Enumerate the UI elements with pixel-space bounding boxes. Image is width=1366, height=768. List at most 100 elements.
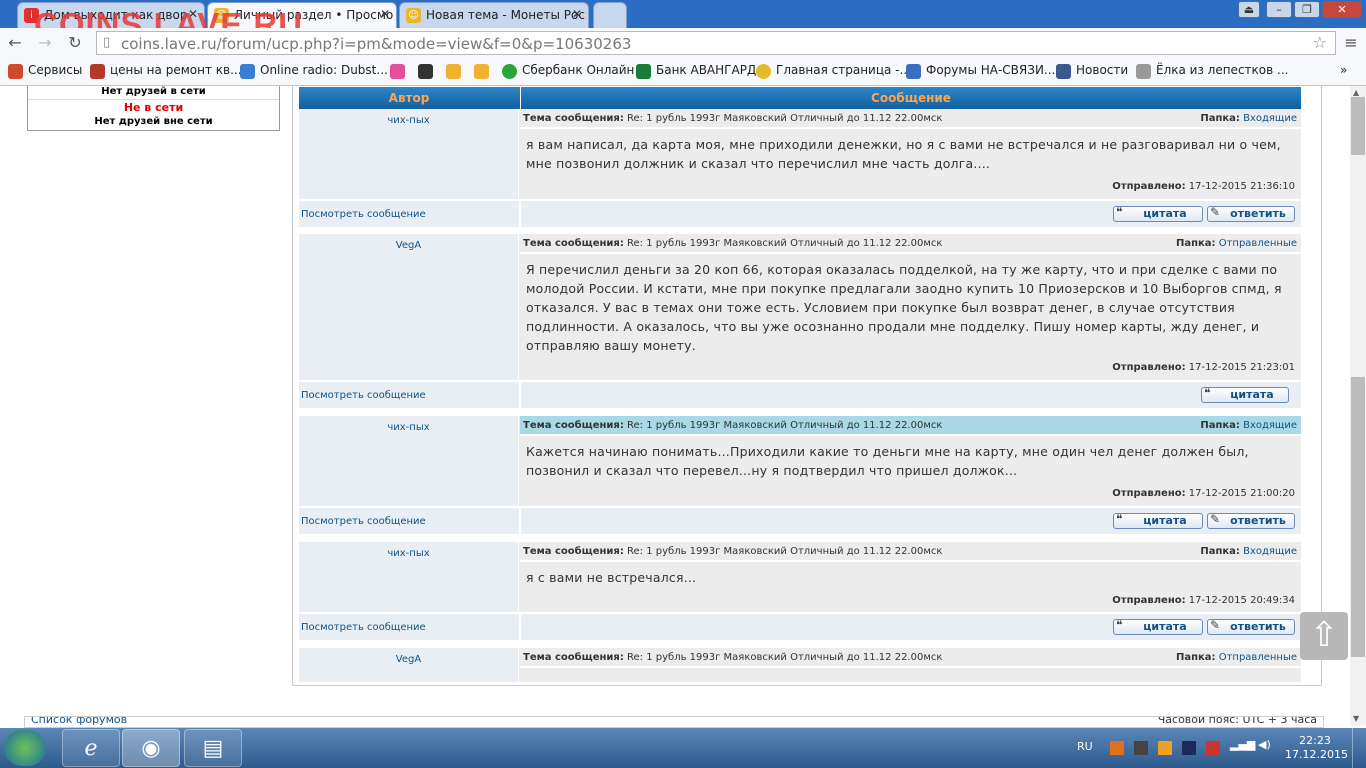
message-cell: Тема сообщения: Re: 1 рубль 1993г Маяков… xyxy=(520,234,1301,380)
bookmark[interactable]: Новости xyxy=(1056,63,1128,79)
more-bookmarks-icon[interactable]: » xyxy=(1340,63,1347,77)
menu-icon[interactable]: ≡ xyxy=(1340,33,1362,53)
subject-line: Тема сообщения: Re: 1 рубль 1993г Маяков… xyxy=(520,416,1301,434)
forum-index-link[interactable]: Список форумов xyxy=(31,717,127,726)
bookmark-apps[interactable]: Сервисы xyxy=(8,63,82,79)
language-indicator[interactable]: RU xyxy=(1077,740,1093,753)
view-message-link[interactable]: Посмотреть сообщение xyxy=(301,390,426,401)
close-window-button[interactable]: ✕ xyxy=(1322,1,1362,18)
bookmark[interactable]: Online radio: Dubst... xyxy=(240,63,388,79)
tray-app-icon[interactable] xyxy=(1134,741,1148,755)
message-actions: Посмотреть сообщение ❝ цитата xyxy=(299,380,1301,410)
minimize-button[interactable]: – xyxy=(1266,1,1292,18)
sent-time: Отправлено: 17-12-2015 21:00:20 xyxy=(1112,488,1295,499)
apps-icon xyxy=(8,64,23,79)
quote-icon: ❝ xyxy=(1116,618,1123,632)
forward-icon[interactable]: → xyxy=(34,33,56,53)
clock[interactable]: 22:23 17.12.2015 xyxy=(1285,734,1348,762)
bookmark[interactable]: Сбербанк Онлайн xyxy=(502,63,634,79)
address-bar[interactable]: ▯ coins.lave.ru/forum/ucp.php?i=pm&mode=… xyxy=(96,31,1336,55)
sent-time: Отправлено: 17-12-2015 21:36:10 xyxy=(1112,181,1295,192)
message-row: чих-пых Тема сообщения: Re: 1 рубль 1993… xyxy=(299,542,1301,612)
scroll-to-top-button[interactable]: ⇧ xyxy=(1300,612,1348,660)
message-row: чих-пых Тема сообщения: Re: 1 рубль 1993… xyxy=(299,416,1301,506)
view-message-link[interactable]: Посмотреть сообщение xyxy=(301,622,426,633)
tray-app-icon[interactable] xyxy=(1206,741,1220,755)
bookmark[interactable]: цены на ремонт кв... xyxy=(90,63,242,79)
star-icon[interactable]: ☆ xyxy=(1313,33,1327,52)
author-cell: VegA xyxy=(299,234,519,380)
quote-button[interactable]: ❝ цитата xyxy=(1113,205,1203,222)
message-cell: Тема сообщения: Re: 1 рубль 1993г Маяков… xyxy=(520,542,1301,612)
quote-icon: ❝ xyxy=(1116,205,1123,219)
close-tab-icon[interactable]: ✕ xyxy=(572,7,582,21)
bookmarks-bar: Сервисы цены на ремонт кв... Online radi… xyxy=(0,58,1366,86)
tray-app-icon[interactable] xyxy=(1110,741,1124,755)
sberbank-icon xyxy=(502,64,517,79)
timezone-text: Часовой пояс: UTC + 3 часа xyxy=(1157,716,1317,726)
tray-app-icon[interactable] xyxy=(1158,741,1172,755)
folder: Папка: Отправленные xyxy=(1175,652,1297,663)
folder: Папка: Отправленные xyxy=(1175,238,1297,249)
chrome-icon[interactable]: ◉ xyxy=(122,729,180,767)
view-message-link[interactable]: Посмотреть сообщение xyxy=(301,209,426,220)
message-text: я вам написал, да карта моя, мне приходи… xyxy=(526,137,1281,171)
reply-button[interactable]: ✎ ответить xyxy=(1207,205,1295,222)
message-row: VegA Тема сообщения: Re: 1 рубль 1993г М… xyxy=(299,648,1301,682)
sent-time: Отправлено: 17-12-2015 20:49:34 xyxy=(1112,595,1295,606)
offline-title: Не в сети xyxy=(123,101,184,114)
new-tab-button[interactable] xyxy=(593,2,627,28)
footer-nav: Список форумов Часовой пояс: UTC + 3 час… xyxy=(24,716,1324,728)
quote-button[interactable]: ❝ цитата xyxy=(1201,386,1289,403)
reload-icon[interactable]: ↻ xyxy=(64,33,86,53)
col-author: Автор xyxy=(388,91,430,105)
show-desktop-button[interactable] xyxy=(1352,728,1366,768)
page-icon xyxy=(1136,64,1151,79)
tray-app-icon[interactable] xyxy=(1182,741,1196,755)
date-text: 17.12.2015 xyxy=(1285,748,1348,761)
friends-panel: Нет друзей в сети Не в сети Нет друзей в… xyxy=(27,86,280,131)
message-text: Я перечислил деньги за 20 коп 66, котора… xyxy=(526,262,1282,353)
bookmark[interactable]: Банк АВАНГАРД xyxy=(636,63,756,79)
restore-button[interactable]: ❐ xyxy=(1294,1,1320,18)
message-actions: Посмотреть сообщение ❝ цитата ✎ ответить xyxy=(299,506,1301,536)
folder: Папка: Входящие xyxy=(1200,420,1297,431)
offline-none: Нет друзей вне сети xyxy=(94,116,213,127)
folder-icon[interactable]: ▤ xyxy=(184,729,242,767)
news-icon xyxy=(1056,64,1071,79)
quote-icon: ❝ xyxy=(1116,512,1123,526)
message-text: я с вами не встречался... xyxy=(526,570,697,585)
page-icon: ▯ xyxy=(103,35,111,50)
reply-button[interactable]: ✎ ответить xyxy=(1207,618,1295,635)
view-message-link[interactable]: Посмотреть сообщение xyxy=(301,516,426,527)
scroll-thumb[interactable] xyxy=(1351,97,1365,155)
author-link[interactable]: чих-пых xyxy=(299,422,518,433)
quote-button[interactable]: ❝ цитата xyxy=(1113,618,1203,635)
message-cell: Тема сообщения: Re: 1 рубль 1993г Маяков… xyxy=(520,109,1301,199)
start-button[interactable] xyxy=(4,730,46,766)
back-icon[interactable]: ← xyxy=(4,33,26,53)
author-link[interactable]: VegA xyxy=(299,654,518,665)
volume-icon[interactable]: ◀) xyxy=(1258,738,1271,751)
ie-icon[interactable]: ℯ xyxy=(62,729,120,767)
quote-button[interactable]: ❝ цитата xyxy=(1113,512,1203,529)
network-icon[interactable]: ▂▄▆ xyxy=(1230,738,1255,751)
reply-button[interactable]: ✎ ответить xyxy=(1207,512,1295,529)
close-tab-icon[interactable]: ✕ xyxy=(380,7,390,21)
author-link[interactable]: VegA xyxy=(299,240,518,251)
bookmark[interactable]: Ёлка из лепестков ... xyxy=(1136,63,1288,79)
smiley-icon xyxy=(756,64,771,79)
bookmark[interactable]: Форумы НА-СВЯЗИ... xyxy=(906,63,1055,79)
author-cell: чих-пых xyxy=(299,542,519,612)
bookmark[interactable]: Главная страница -... xyxy=(756,63,911,79)
scroll-down-icon[interactable]: ▼ xyxy=(1353,714,1359,723)
page-content: Нет друзей в сети Не в сети Нет друзей в… xyxy=(0,86,1350,728)
tab-3[interactable]: ☺ Новая тема - Монеты Рос ✕ xyxy=(399,2,589,28)
folder: Папка: Входящие xyxy=(1200,113,1297,124)
subject-line: Тема сообщения: Re: 1 рубль 1993г Маяков… xyxy=(523,546,1297,557)
scroll-thumb[interactable] xyxy=(1351,377,1365,657)
user-icon[interactable]: ⏏ xyxy=(1238,1,1260,18)
author-link[interactable]: чих-пых xyxy=(299,115,518,126)
author-link[interactable]: чих-пых xyxy=(299,548,518,559)
scroll-up-icon[interactable]: ▲ xyxy=(1353,88,1359,97)
